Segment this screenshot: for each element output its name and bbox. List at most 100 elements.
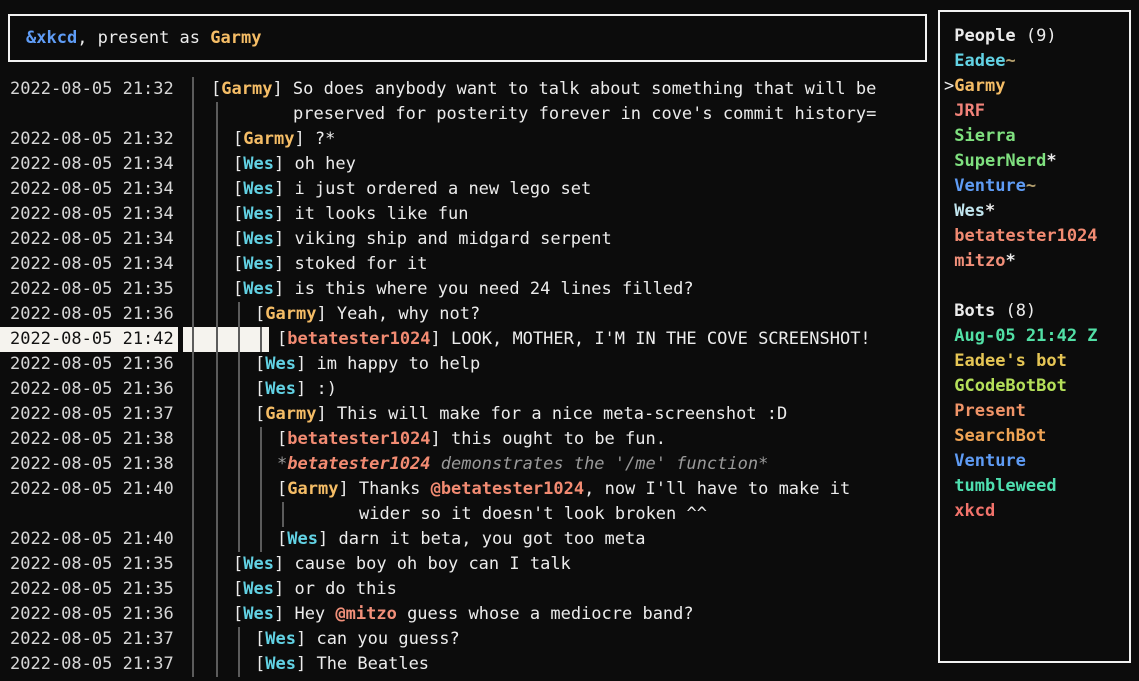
chat-line[interactable]: 2022-08-05 21:37[Wes] The Beatles <box>0 652 938 677</box>
nick[interactable]: Wes <box>243 579 274 599</box>
person-name[interactable]: Sierra <box>954 126 1015 146</box>
marker-gap <box>944 201 954 221</box>
bot-name[interactable]: Eadee's bot <box>954 351 1067 371</box>
chat-line[interactable]: 2022-08-05 21:36[Wes] :) <box>0 377 938 402</box>
indent-guide <box>192 502 194 527</box>
chat-line[interactable]: 2022-08-05 21:35[Wes] or do this <box>0 577 938 602</box>
marker-gap <box>944 351 954 371</box>
chat-line[interactable]: 2022-08-05 21:35[Wes] cause boy oh boy c… <box>0 552 938 577</box>
marker-gap <box>944 26 954 46</box>
indent-guide <box>216 427 218 452</box>
bot-name[interactable]: tumbleweed <box>954 476 1056 496</box>
message-text: [Garmy] ?* <box>233 127 335 152</box>
person-name[interactable]: Garmy <box>954 76 1005 96</box>
message-text: [Wes] :) <box>255 377 337 402</box>
chat-line[interactable]: 2022-08-05 21:36[Wes] Hey @mitzo guess w… <box>0 602 938 627</box>
bracket: [ <box>255 379 265 399</box>
chat-line[interactable]: 2022-08-05 21:36[Garmy] Yeah, why not? <box>0 302 938 327</box>
bot-item[interactable]: xkcd <box>944 499 1129 524</box>
bot-name[interactable]: GCodeBotBot <box>954 376 1067 396</box>
chat-line[interactable]: 2022-08-05 21:32[Garmy] So does anybody … <box>0 77 938 102</box>
nick[interactable]: betatester1024 <box>287 329 430 349</box>
nick[interactable]: Wes <box>265 654 296 674</box>
chat-line[interactable]: 2022-08-05 21:40[Garmy] Thanks @betatest… <box>0 477 938 502</box>
bot-item[interactable]: Venture <box>944 449 1129 474</box>
chat-line[interactable]: 2022-08-05 21:37[Wes] can you guess? <box>0 627 938 652</box>
bot-name[interactable]: SearchBot <box>954 426 1046 446</box>
nick[interactable]: Garmy <box>265 304 316 324</box>
person-name[interactable]: mitzo <box>954 251 1005 271</box>
nick[interactable]: Wes <box>265 629 296 649</box>
nick[interactable]: Garmy <box>265 404 316 424</box>
bot-name[interactable]: Present <box>954 401 1026 421</box>
marker-gap <box>944 476 954 496</box>
bot-item[interactable]: tumbleweed <box>944 474 1129 499</box>
person-item[interactable]: Sierra <box>944 124 1129 149</box>
message-text: [Wes] im happy to help <box>255 352 480 377</box>
bot-item[interactable]: Aug-05 21:42 Z <box>944 324 1129 349</box>
person-item[interactable]: mitzo* <box>944 249 1129 274</box>
chat-line[interactable]: 2022-08-05 21:34[Wes] stoked for it <box>0 252 938 277</box>
chat-line[interactable]: 2022-08-05 21:34[Wes] viking ship and mi… <box>0 227 938 252</box>
chat-line[interactable]: 2022-08-05 21:34[Wes] i just ordered a n… <box>0 177 938 202</box>
nick[interactable]: Wes <box>243 604 274 624</box>
nick[interactable]: Garmy <box>287 479 338 499</box>
chat-line[interactable]: preserved for posterity forever in cove'… <box>0 102 938 127</box>
chat-line[interactable]: 2022-08-05 21:32[Garmy] ?* <box>0 127 938 152</box>
person-item[interactable]: betatester1024 <box>944 224 1129 249</box>
person-item[interactable]: JRF <box>944 99 1129 124</box>
nick[interactable]: Wes <box>243 229 274 249</box>
person-name[interactable]: Wes <box>954 201 985 221</box>
message-segment: wider so it doesn't look broken ^^ <box>359 504 707 524</box>
bot-name[interactable]: Venture <box>954 451 1026 471</box>
chat-message-area[interactable]: 2022-08-05 21:32[Garmy] So does anybody … <box>0 77 938 677</box>
chat-line[interactable]: 2022-08-05 21:37[Garmy] This will make f… <box>0 402 938 427</box>
chat-line[interactable]: 2022-08-05 21:36[Wes] im happy to help <box>0 352 938 377</box>
nick[interactable]: Wes <box>243 554 274 574</box>
nick[interactable]: Garmy <box>243 129 294 149</box>
nick[interactable]: Wes <box>243 254 274 274</box>
message-segment: LOOK, MOTHER, I'M IN THE COVE SCREENSHOT… <box>451 329 871 349</box>
bot-item[interactable]: Eadee's bot <box>944 349 1129 374</box>
message-text: [Wes] Hey @mitzo guess whose a mediocre … <box>233 602 694 627</box>
bot-item[interactable]: GCodeBotBot <box>944 374 1129 399</box>
person-name[interactable]: SuperNerd <box>954 151 1046 171</box>
person-name[interactable]: JRF <box>954 101 985 121</box>
person-name[interactable]: betatester1024 <box>954 226 1097 246</box>
chat-line-highlighted[interactable]: 2022-08-05 21:42[betatester1024] LOOK, M… <box>0 327 938 352</box>
nick[interactable]: Wes <box>243 204 274 224</box>
nick[interactable]: Wes <box>243 154 274 174</box>
bot-name[interactable]: Aug-05 21:42 Z <box>954 326 1097 346</box>
bracket: ] <box>294 129 314 149</box>
chat-line[interactable]: 2022-08-05 21:35[Wes] is this where you … <box>0 277 938 302</box>
bot-name[interactable]: xkcd <box>954 501 995 521</box>
person-name[interactable]: Venture <box>954 176 1026 196</box>
nick[interactable]: Wes <box>287 529 318 549</box>
chat-line[interactable]: 2022-08-05 21:38[betatester1024] this ou… <box>0 427 938 452</box>
nick[interactable]: betatester1024 <box>287 429 430 449</box>
person-name[interactable]: Eadee <box>954 51 1005 71</box>
chat-line[interactable]: wider so it doesn't look broken ^^ <box>0 502 938 527</box>
nick[interactable]: Wes <box>243 279 274 299</box>
marker-gap <box>944 176 954 196</box>
person-item[interactable]: Wes* <box>944 199 1129 224</box>
nick[interactable]: Wes <box>243 179 274 199</box>
nick[interactable]: Wes <box>265 354 296 374</box>
person-item[interactable]: >Garmy <box>944 74 1129 99</box>
chat-line[interactable]: 2022-08-05 21:40[Wes] darn it beta, you … <box>0 527 938 552</box>
chat-line[interactable]: 2022-08-05 21:34[Wes] oh hey <box>0 152 938 177</box>
person-item[interactable]: SuperNerd* <box>944 149 1129 174</box>
bot-item[interactable]: SearchBot <box>944 424 1129 449</box>
bracket: ] <box>431 329 451 349</box>
bracket: ] <box>274 254 294 274</box>
nick[interactable]: Wes <box>265 379 296 399</box>
chat-line[interactable]: 2022-08-05 21:34[Wes] it looks like fun <box>0 202 938 227</box>
person-item[interactable]: Venture~ <box>944 174 1129 199</box>
person-item[interactable]: Eadee~ <box>944 49 1129 74</box>
bracket: ] <box>431 429 451 449</box>
chat-line[interactable]: 2022-08-05 21:38*betatester1024 demonstr… <box>0 452 938 477</box>
bot-item[interactable]: Present <box>944 399 1129 424</box>
nick[interactable]: Garmy <box>221 79 272 99</box>
bracket: [ <box>277 429 287 449</box>
message-text: [Wes] oh hey <box>233 152 356 177</box>
